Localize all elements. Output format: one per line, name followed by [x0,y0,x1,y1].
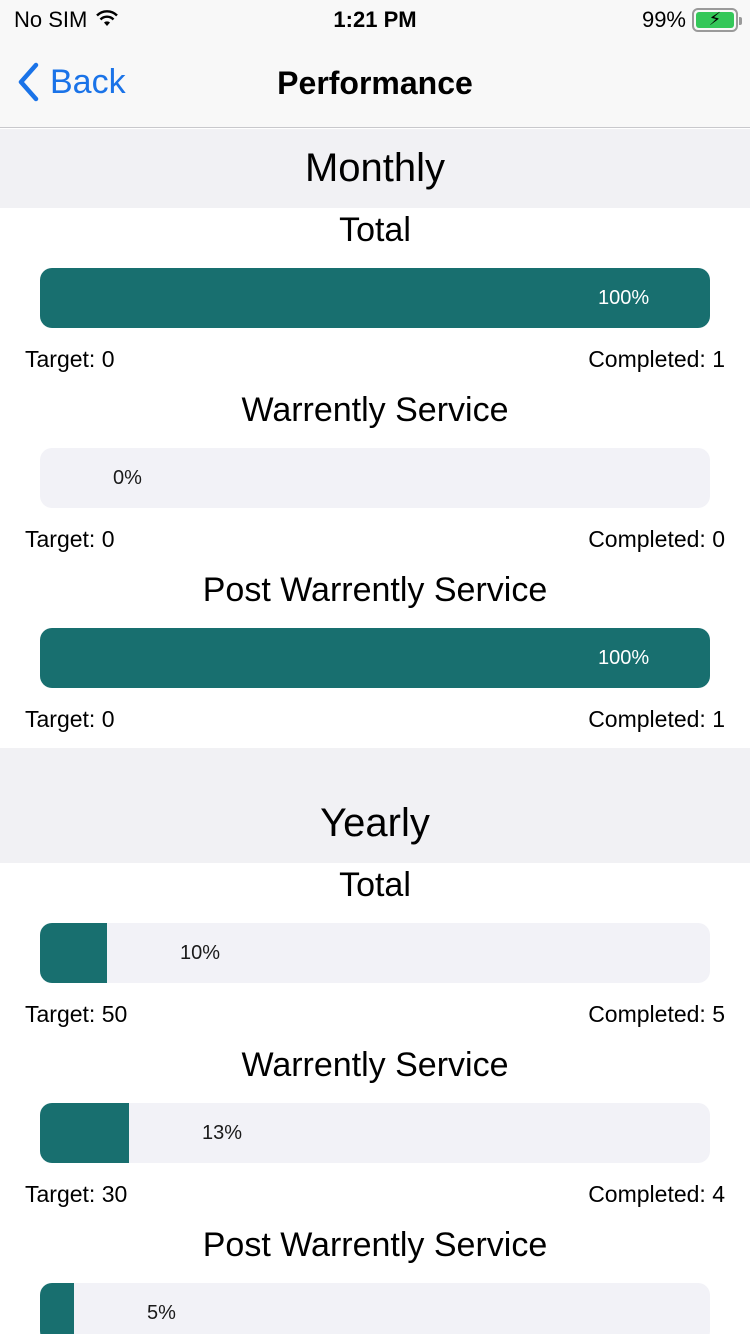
progress-bar: 13% [40,1103,710,1163]
metric-title: Warrently Service [241,1046,509,1084]
navigation-bar: Back Performance [0,40,750,128]
progress-fill [40,1283,74,1334]
progress-percent-label: 0% [113,467,142,489]
section-header-monthly: Monthly [0,129,750,208]
metric-info-row: Target: 0 Completed: 1 [25,706,725,733]
completed-label: Completed: 4 [588,1181,725,1207]
battery-percent: 99% [641,7,686,32]
charging-bolt-icon: ⚡ [708,9,722,29]
progress-bar: 0% [40,448,710,508]
metric-info-row: Target: 50 Completed: 5 [25,1001,725,1028]
status-bar: No SIM 1:21 PM 99% ⚡ [0,0,750,40]
progress-bar: 100% [40,628,710,688]
completed-label: Completed: 1 [588,706,725,732]
target-label: Target: 0 [25,706,115,732]
completed-label: Completed: 5 [588,1001,725,1027]
progress-percent-label: 100% [598,287,650,309]
progress-percent-label: 13% [202,1122,243,1144]
metric-title: Warrently Service [241,391,509,429]
progress-bar: 100% [40,268,710,328]
progress-percent-label: 5% [147,1302,176,1324]
section-header-yearly: Yearly [0,748,750,863]
metric-title: Post Warrently Service [202,571,548,609]
progress-percent-label: 100% [598,647,650,669]
status-right: 99% ⚡ [641,7,742,33]
completed-label: Completed: 1 [588,346,725,372]
metric-info-row: Target: 30 Completed: 4 [25,1181,725,1208]
metric-info-row: Target: 0 Completed: 0 [25,526,725,553]
status-time: 1:21 PM [333,7,417,32]
target-label: Target: 0 [25,346,115,372]
progress-fill [40,923,107,983]
metric-title: Total [339,866,411,904]
progress-bar: 10% [40,923,710,983]
target-label: Target: 30 [25,1181,128,1207]
progress-fill [40,1103,129,1163]
metric-title: Post Warrently Service [202,1226,548,1264]
target-label: Target: 50 [25,1001,128,1027]
progress-percent-label: 10% [180,942,221,964]
metric-info-row: Target: 0 Completed: 1 [25,346,725,373]
battery-icon: ⚡ [692,8,742,32]
metric-title: Total [339,211,411,249]
progress-bar: 5% [40,1283,710,1334]
page-title: Performance [277,65,473,101]
target-label: Target: 0 [25,526,115,552]
completed-label: Completed: 0 [588,526,725,552]
